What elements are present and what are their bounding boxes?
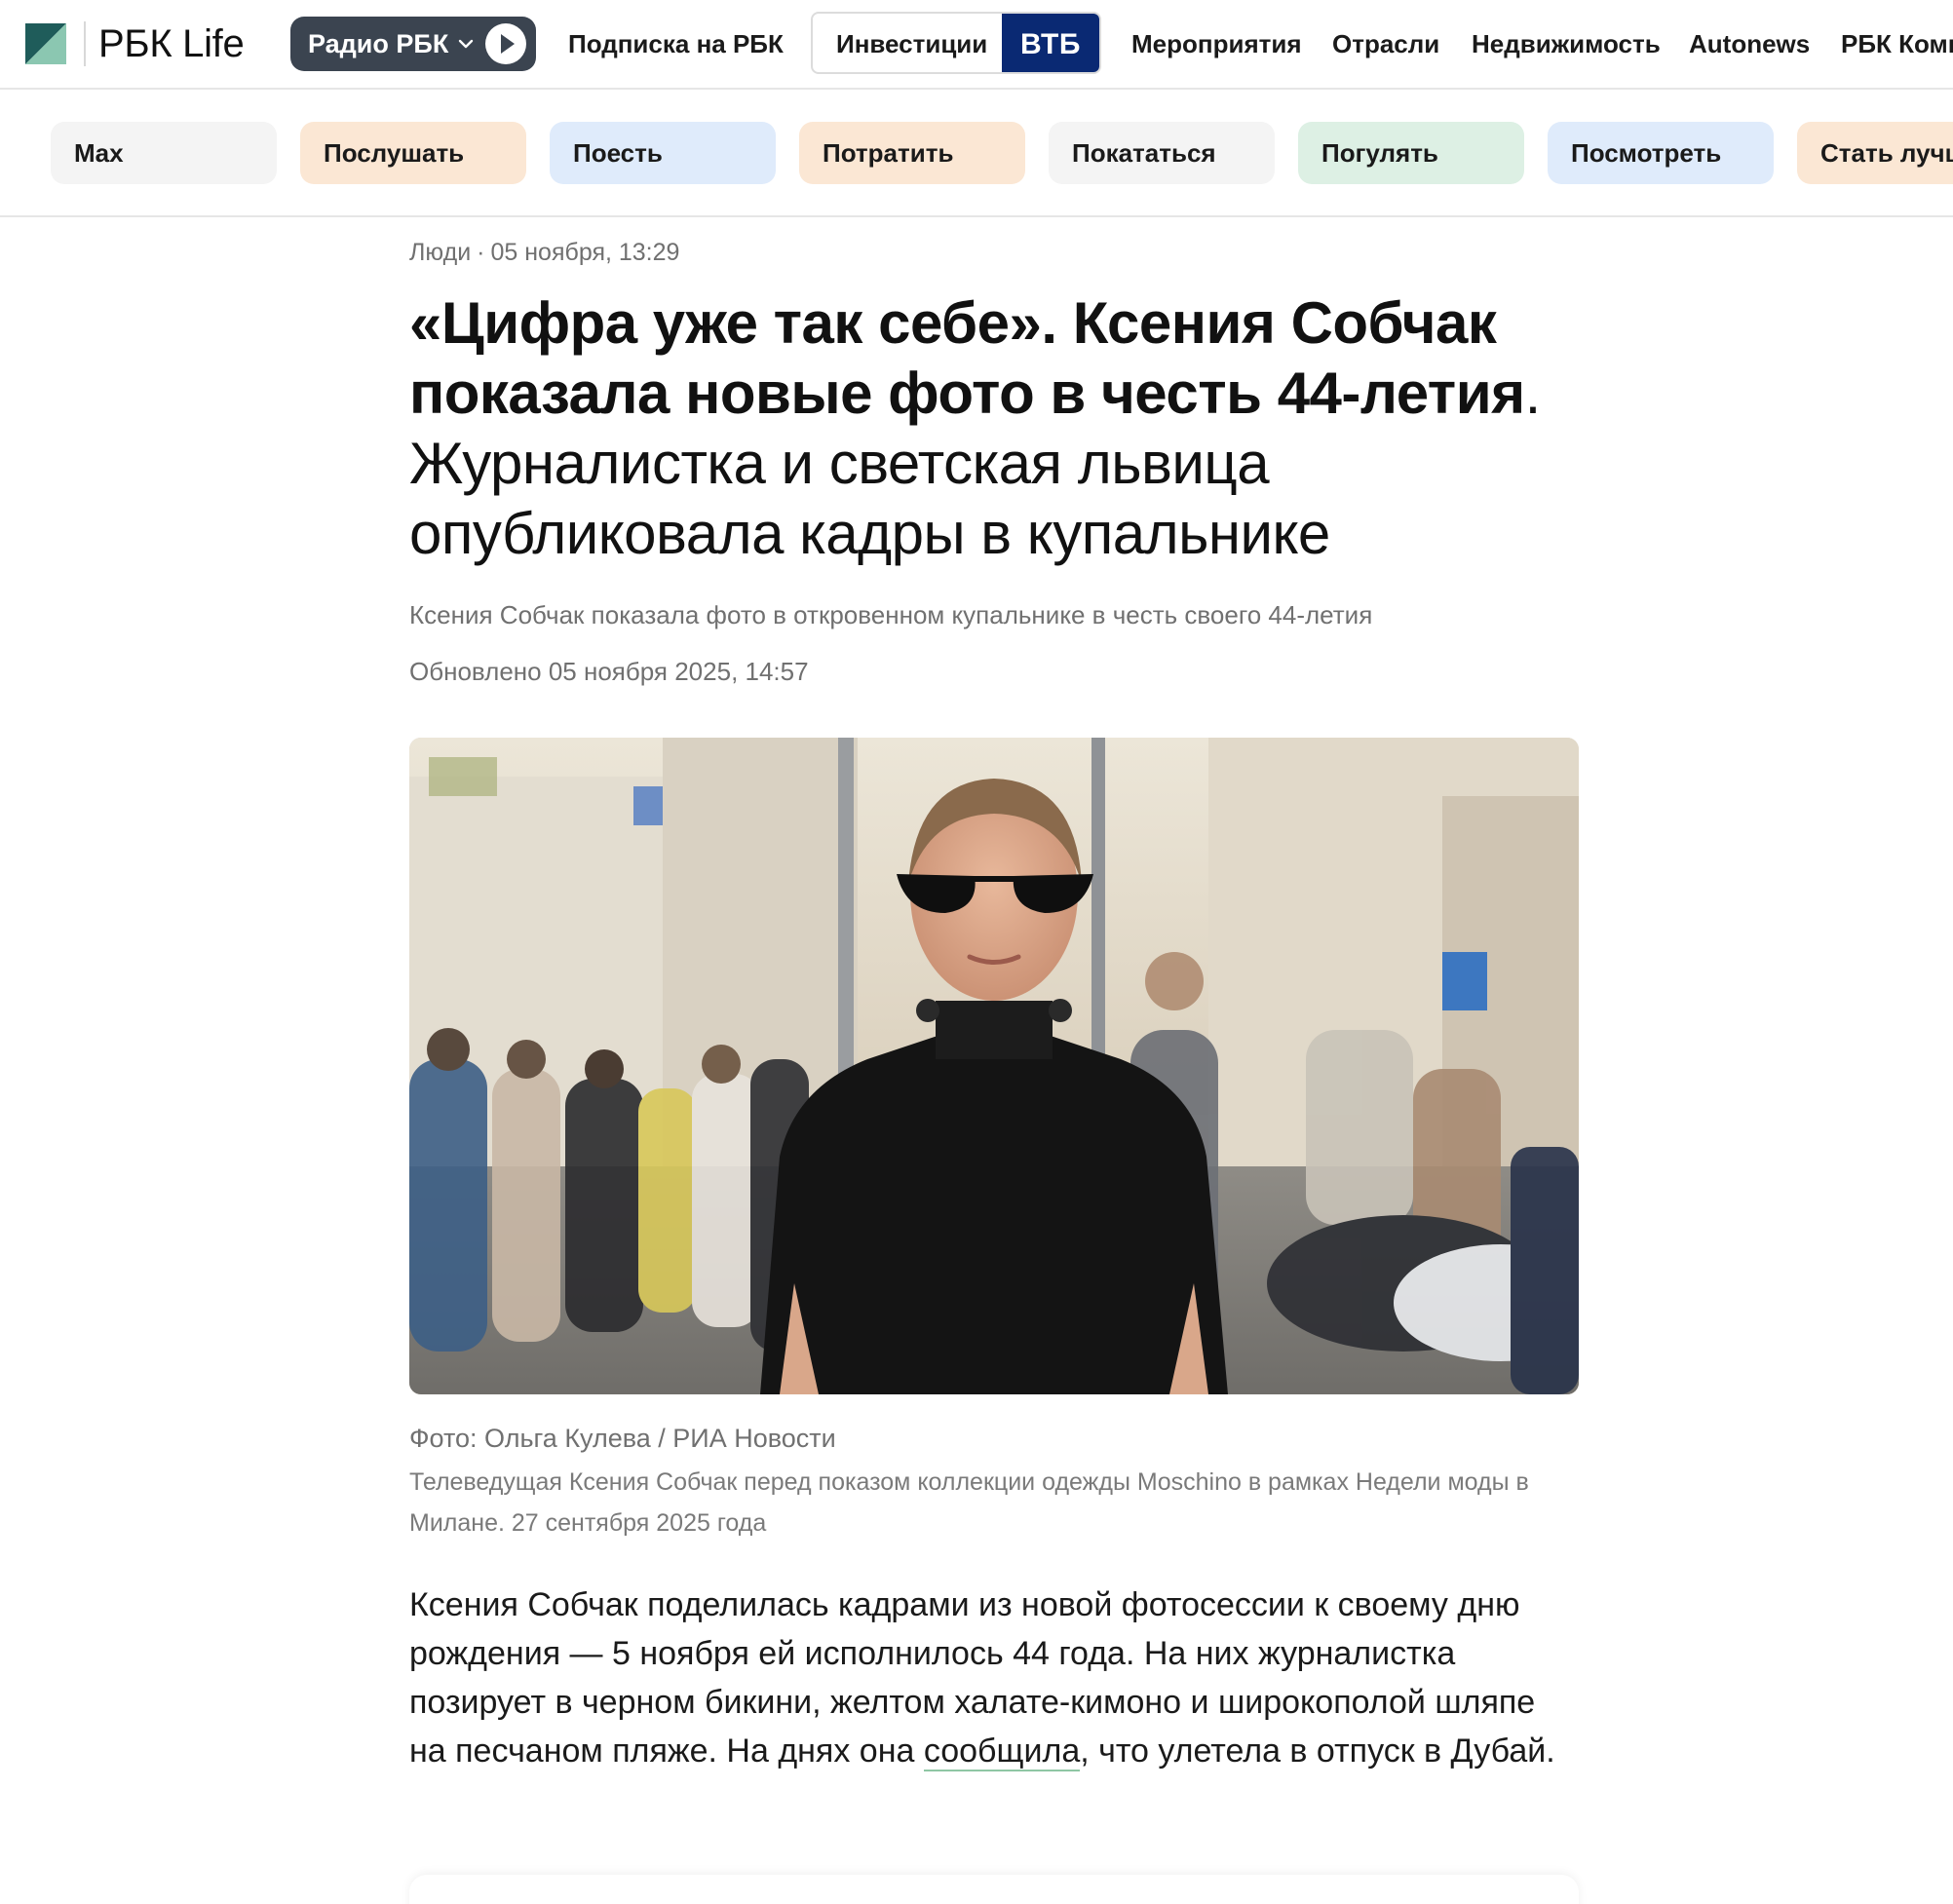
article-rubric[interactable]: Люди — [409, 239, 471, 266]
category-chips: Max Послушать Поесть Потратить Покататьс… — [0, 90, 1953, 217]
top-header: РБК Life Радио РБК Подписка на РБК Инвес… — [0, 0, 1953, 90]
meta-separator: · — [477, 239, 485, 266]
nav-link-companies[interactable]: РБК Компании — [1841, 27, 1953, 60]
nav-link-autonews[interactable]: Autonews — [1689, 27, 1810, 60]
article-date: 05 ноября, 13:29 — [490, 239, 680, 266]
chip-max[interactable]: Max — [51, 122, 277, 184]
chip-improve[interactable]: Стать лучше — [1797, 122, 1953, 184]
subscription-link[interactable]: Подписка на РБК — [568, 27, 784, 60]
article-paragraph: Ксения Собчак поделилась кадрами из ново… — [409, 1580, 1569, 1775]
article-updated: Обновлено 05 ноября 2025, 14:57 — [409, 657, 809, 686]
chevron-down-icon — [459, 39, 474, 49]
paragraph-text-end: , что улетела в отпуск в Дубай. — [1080, 1733, 1555, 1770]
investments-label: Инвестиции — [836, 29, 988, 58]
logo-divider — [84, 21, 86, 66]
chip-listen[interactable]: Послушать — [300, 122, 526, 184]
chip-eat[interactable]: Поесть — [550, 122, 776, 184]
chip-walk[interactable]: Погулять — [1298, 122, 1524, 184]
photo-illustration — [409, 738, 1579, 1394]
nav-link-events[interactable]: Мероприятия — [1131, 27, 1302, 60]
photo-credit: Фото: Ольга Кулева / РИА Новости — [409, 1424, 836, 1453]
article-photo[interactable] — [409, 738, 1579, 1394]
article-title: «Цифра уже так себе». Ксения Собчак пока… — [409, 288, 1579, 569]
nav-link-realty[interactable]: Недвижимость — [1472, 27, 1661, 60]
photo-caption: Телеведущая Ксения Собчак перед показом … — [409, 1468, 1529, 1537]
article-title-main: «Цифра уже так себе». Ксения Собчак пока… — [409, 290, 1525, 426]
site-logo-text[interactable]: РБК Life — [98, 19, 245, 68]
paragraph-link[interactable]: сообщила — [923, 1733, 1081, 1771]
radio-rbk-button[interactable]: Радио РБК — [290, 17, 536, 71]
article-lead: Ксения Собчак показала фото в откровенно… — [409, 600, 1373, 629]
vtb-badge: ВТБ — [1002, 14, 1099, 72]
next-block-card — [409, 1875, 1579, 1904]
rbk-logo-icon[interactable] — [25, 23, 66, 64]
chip-watch[interactable]: Посмотреть — [1548, 122, 1774, 184]
investments-link[interactable]: Инвестиции ВТБ — [811, 12, 1101, 74]
article-meta: Люди · 05 ноября, 13:29 — [409, 237, 679, 268]
chip-spend[interactable]: Потратить — [799, 122, 1025, 184]
radio-label: Радио РБК — [308, 28, 449, 58]
chip-ride[interactable]: Покататься — [1049, 122, 1275, 184]
play-icon[interactable] — [485, 23, 526, 64]
nav-link-industries[interactable]: Отрасли — [1332, 27, 1439, 60]
